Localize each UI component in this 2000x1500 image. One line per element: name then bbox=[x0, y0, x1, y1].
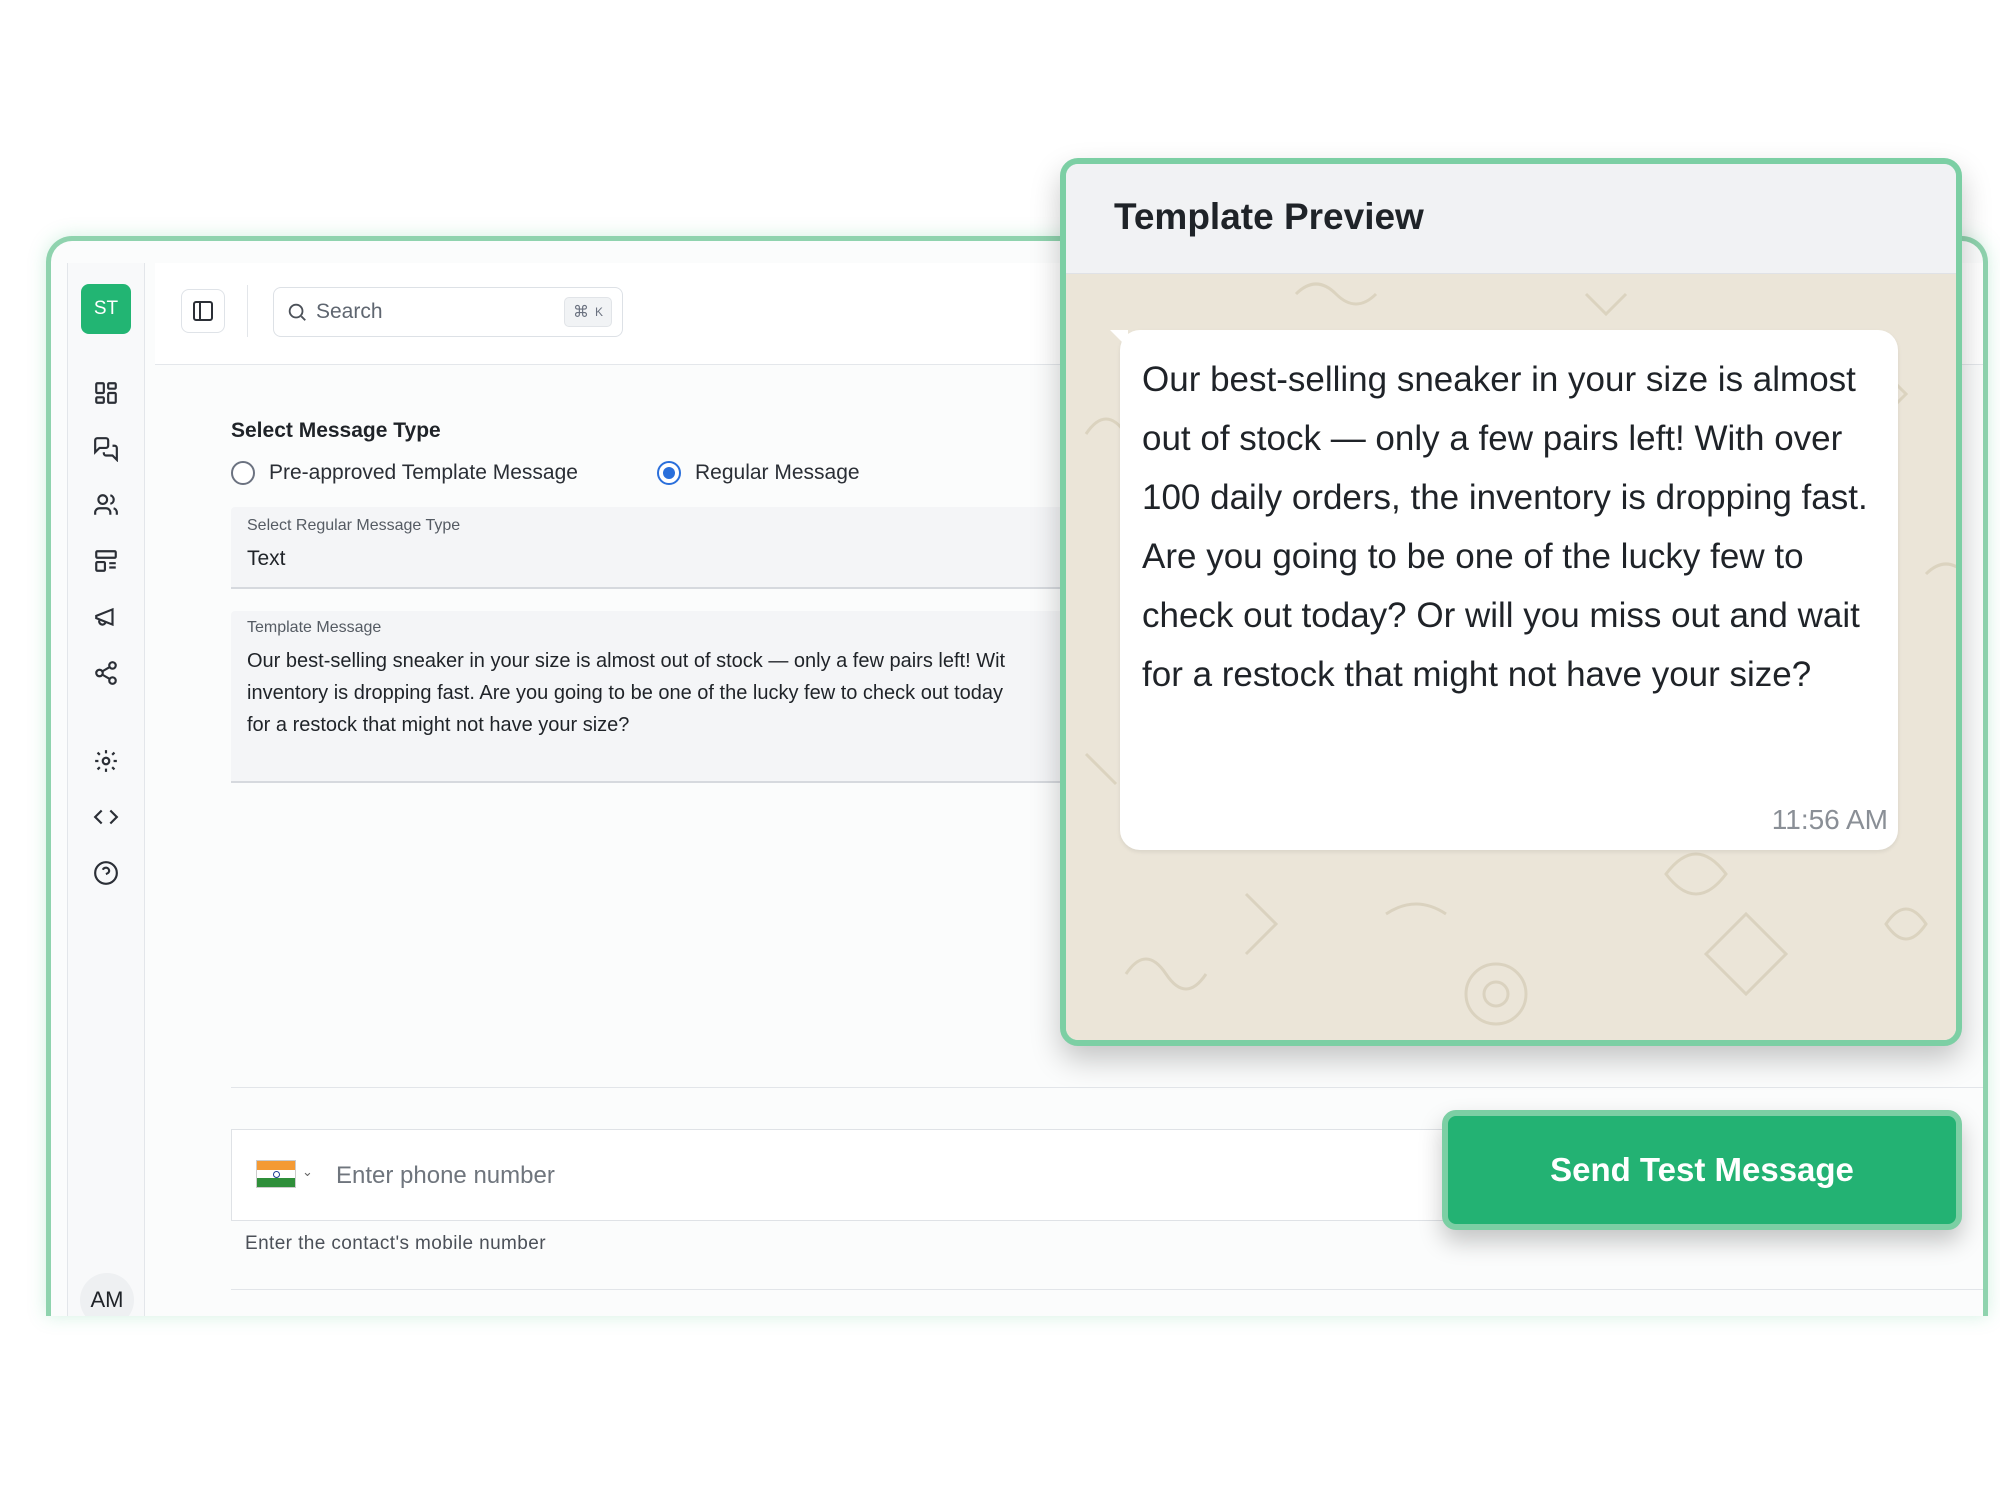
search-box[interactable]: ⌘ K bbox=[273, 287, 623, 337]
field-label: Select Regular Message Type bbox=[247, 517, 461, 534]
dashboard-icon[interactable] bbox=[90, 377, 122, 409]
chat-background: Our best-selling sneaker in your size is… bbox=[1066, 274, 1956, 1040]
section-title: Select Message Type bbox=[231, 419, 441, 442]
template-message-text[interactable]: Our best-selling sneaker in your size is… bbox=[247, 645, 1127, 741]
developer-icon[interactable] bbox=[90, 801, 122, 833]
send-test-message-button[interactable]: Send Test Message bbox=[1442, 1110, 1962, 1230]
templates-icon[interactable] bbox=[90, 545, 122, 577]
message-text: Our best-selling sneaker in your size is… bbox=[1142, 360, 1868, 694]
contacts-icon[interactable] bbox=[90, 489, 122, 521]
chat-icon[interactable] bbox=[90, 433, 122, 465]
help-icon[interactable] bbox=[90, 857, 122, 889]
sidebar: ST AM bbox=[67, 263, 145, 1316]
radio-button[interactable] bbox=[231, 461, 255, 485]
india-flag-icon[interactable] bbox=[256, 1160, 296, 1188]
divider bbox=[231, 1289, 1983, 1290]
message-bubble: Our best-selling sneaker in your size is… bbox=[1110, 330, 1898, 850]
user-avatar[interactable]: AM bbox=[80, 1273, 134, 1316]
workspace-logo[interactable]: ST bbox=[81, 284, 131, 334]
text-line: inventory is dropping fast. Are you goin… bbox=[247, 682, 1004, 704]
flows-icon[interactable] bbox=[90, 657, 122, 689]
phone-field[interactable]: ⌄ bbox=[231, 1129, 1651, 1221]
phone-input[interactable] bbox=[336, 1154, 1036, 1198]
message-timestamp: 11:56 AM bbox=[1771, 804, 1888, 835]
radio-regular-message[interactable]: Regular Message bbox=[657, 461, 860, 485]
preview-header: Template Preview bbox=[1066, 164, 1956, 274]
divider bbox=[247, 285, 248, 337]
search-input[interactable] bbox=[316, 300, 546, 324]
radio-label: Pre-approved Template Message bbox=[269, 461, 578, 484]
divider bbox=[231, 1087, 1983, 1088]
shortcut-key: K bbox=[594, 305, 603, 319]
radio-button[interactable] bbox=[657, 461, 681, 485]
command-key-icon: ⌘ bbox=[572, 304, 589, 321]
template-preview-card: Template Preview Our best-selling sneake… bbox=[1060, 158, 1962, 1046]
settings-icon[interactable] bbox=[90, 745, 122, 777]
shortcut-badge: ⌘ K bbox=[563, 297, 612, 327]
phone-helper-text: Enter the contact's mobile number bbox=[245, 1233, 546, 1254]
sidebar-toggle-button[interactable] bbox=[181, 289, 225, 333]
field-label: Template Message bbox=[247, 619, 382, 636]
radio-template-message[interactable]: Pre-approved Template Message bbox=[231, 461, 578, 485]
preview-title: Template Preview bbox=[1114, 196, 1424, 237]
text-line: Our best-selling sneaker in your size is… bbox=[247, 650, 1006, 672]
campaigns-icon[interactable] bbox=[90, 601, 122, 633]
panel-left-icon bbox=[193, 301, 213, 321]
chevron-down-icon[interactable]: ⌄ bbox=[302, 1164, 313, 1180]
radio-label: Regular Message bbox=[695, 461, 860, 484]
field-value: Text bbox=[247, 547, 286, 570]
text-line: for a restock that might not have your s… bbox=[247, 714, 630, 736]
search-icon bbox=[288, 303, 306, 321]
